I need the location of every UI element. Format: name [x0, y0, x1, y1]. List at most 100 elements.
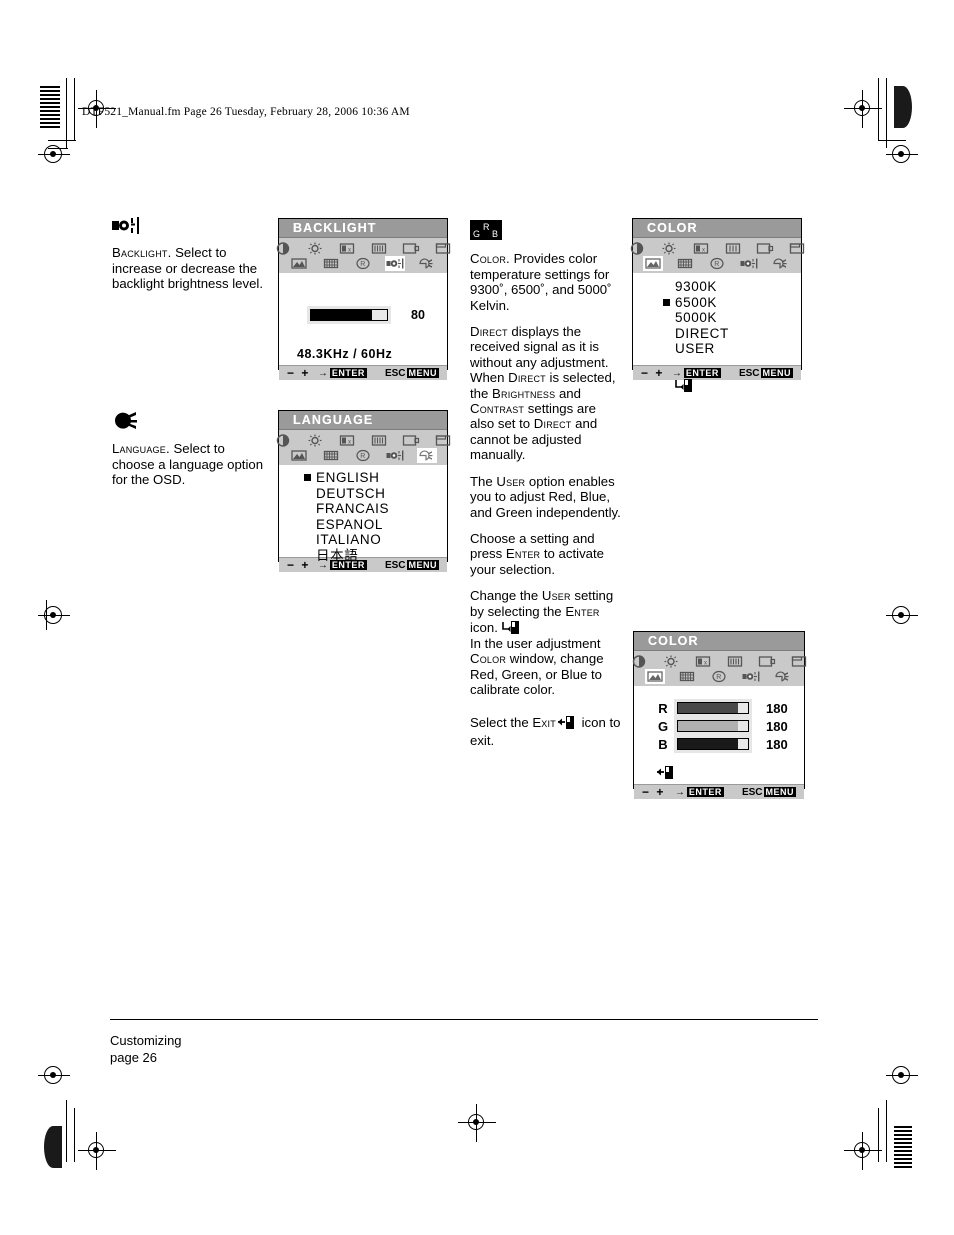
brightness-icon[interactable]	[662, 655, 680, 668]
moire-icon[interactable]	[322, 449, 340, 462]
color-icon[interactable]	[646, 670, 664, 683]
backlight-slider-track-bg[interactable]	[307, 306, 391, 324]
rgb-channel-row[interactable]: B 180	[652, 735, 788, 753]
osd-position-icon[interactable]	[434, 434, 452, 447]
osd-panel-language[interactable]: LANGUAGE x R ENGLISH DEUTSCH FRANCAIS ESPAN…	[276, 410, 451, 572]
rgb-slider-track-bg[interactable]	[674, 699, 752, 717]
rgb-channel-row[interactable]: G 180	[652, 717, 788, 735]
esc-hint[interactable]: ESC MENU	[385, 368, 439, 379]
osd-icon-row-1[interactable]: x	[276, 241, 451, 256]
osd-icon-row-1[interactable]: x	[276, 433, 451, 448]
language-icon[interactable]	[418, 449, 436, 462]
osd-position-icon[interactable]	[788, 242, 806, 255]
contrast-icon[interactable]	[628, 242, 646, 255]
moire-icon[interactable]	[322, 257, 340, 270]
osd-body-language[interactable]: ENGLISH DEUTSCH FRANCAIS ESPANOL ITALIANO 日本語	[279, 465, 447, 563]
list-item[interactable]: USER	[663, 341, 729, 357]
list-item[interactable]: DEUTSCH	[304, 486, 389, 502]
h-position-icon[interactable]: x	[338, 242, 356, 255]
rgb-slider-track-bg[interactable]	[674, 735, 752, 753]
h-position-icon[interactable]: x	[694, 655, 712, 668]
contrast-icon[interactable]	[630, 655, 648, 668]
moire-icon[interactable]	[676, 257, 694, 270]
esc-hint[interactable]: ESC MENU	[742, 787, 796, 798]
h-size-icon[interactable]	[756, 242, 774, 255]
rgb-slider-track[interactable]	[677, 702, 749, 714]
osd-footer-bar[interactable]: − + → ENTER ESC MENU	[634, 784, 804, 799]
color-icon[interactable]	[290, 449, 308, 462]
v-size-icon[interactable]	[726, 655, 744, 668]
enter-hint[interactable]: → ENTER	[318, 368, 367, 379]
osd-panel-backlight[interactable]: BACKLIGHT x R 80 48.3KHz / 60Hz − + → EN…	[276, 218, 451, 380]
list-item[interactable]: 5000K	[663, 310, 729, 326]
h-position-icon[interactable]: x	[338, 434, 356, 447]
list-item[interactable]: 9300K	[663, 279, 729, 295]
backlight-icon[interactable]	[386, 257, 404, 270]
enter-hint[interactable]: → ENTER	[675, 787, 724, 798]
backlight-slider-row[interactable]: 80	[307, 306, 425, 324]
osd-footer-bar[interactable]: − + → ENTER ESC MENU	[633, 365, 801, 380]
language-icon[interactable]	[772, 257, 790, 270]
osd-icon-row-2[interactable]: R	[279, 448, 447, 463]
osd-icon-row-2[interactable]: R	[279, 256, 447, 271]
rgb-slider-group[interactable]: R 180 G 180 B 180	[652, 699, 788, 753]
recall-icon[interactable]: R	[354, 257, 372, 270]
osd-panel-color-user[interactable]: COLOR x R R 180 G 180 B 180 − + → ENTER …	[632, 631, 807, 799]
recall-icon[interactable]: R	[710, 670, 728, 683]
backlight-slider-track[interactable]	[310, 309, 388, 321]
osd-icon-bar[interactable]: x R	[276, 430, 451, 465]
osd-body-color-temp[interactable]: 9300K 6500K 5000K DIRECT USER	[633, 273, 801, 392]
osd-icon-bar[interactable]: x R	[632, 651, 807, 686]
osd-position-icon[interactable]	[434, 242, 452, 255]
h-size-icon[interactable]	[402, 242, 420, 255]
enter-icon[interactable]	[675, 377, 695, 398]
brightness-icon[interactable]	[660, 242, 678, 255]
contrast-icon[interactable]	[274, 434, 292, 447]
osd-icon-row-1[interactable]: x	[630, 241, 805, 256]
list-item[interactable]: ESPANOL	[304, 517, 389, 533]
esc-hint[interactable]: ESC MENU	[385, 560, 439, 571]
language-icon[interactable]	[774, 670, 792, 683]
language-option-list[interactable]: ENGLISH DEUTSCH FRANCAIS ESPANOL ITALIANO 日本語	[304, 470, 389, 563]
moire-icon[interactable]	[678, 670, 696, 683]
osd-icon-row-1[interactable]: x	[632, 654, 807, 669]
h-size-icon[interactable]	[758, 655, 776, 668]
contrast-icon[interactable]	[274, 242, 292, 255]
color-icon[interactable]	[644, 257, 662, 270]
osd-icon-bar[interactable]: x R	[630, 238, 805, 273]
h-position-icon[interactable]: x	[692, 242, 710, 255]
brightness-icon[interactable]	[306, 434, 324, 447]
backlight-icon[interactable]	[740, 257, 758, 270]
v-size-icon[interactable]	[370, 242, 388, 255]
osd-icon-row-2[interactable]: R	[634, 669, 804, 684]
backlight-icon[interactable]	[386, 449, 404, 462]
list-item[interactable]: 日本語	[304, 548, 389, 564]
recall-icon[interactable]: R	[708, 257, 726, 270]
osd-icon-row-2[interactable]: R	[633, 256, 801, 271]
rgb-slider-track[interactable]	[677, 738, 749, 750]
h-size-icon[interactable]	[402, 434, 420, 447]
rgb-slider-track-bg[interactable]	[674, 717, 752, 735]
rgb-channel-row[interactable]: R 180	[652, 699, 788, 717]
osd-position-icon[interactable]	[790, 655, 808, 668]
osd-panel-color-temp[interactable]: COLOR x R 9300K6500K5000KDIRECTUSER	[630, 218, 805, 392]
language-icon[interactable]	[418, 257, 436, 270]
v-size-icon[interactable]	[370, 434, 388, 447]
list-item[interactable]: ENGLISH	[304, 470, 389, 486]
esc-hint[interactable]: ESC MENU	[739, 368, 793, 379]
color-temp-option-list[interactable]: 9300K 6500K 5000K DIRECT USER	[663, 279, 729, 357]
list-item[interactable]: FRANCAIS	[304, 501, 389, 517]
list-item[interactable]: ITALIANO	[304, 532, 389, 548]
osd-body-color-user[interactable]: R 180 G 180 B 180	[634, 686, 804, 784]
color-icon[interactable]	[290, 257, 308, 270]
list-item[interactable]: DIRECT	[663, 326, 729, 342]
exit-icon[interactable]	[656, 764, 676, 785]
brightness-icon[interactable]	[306, 242, 324, 255]
backlight-icon[interactable]	[742, 670, 760, 683]
list-item[interactable]: 6500K	[663, 295, 729, 311]
osd-footer-bar[interactable]: − + → ENTER ESC MENU	[279, 365, 447, 380]
rgb-slider-track[interactable]	[677, 720, 749, 732]
recall-icon[interactable]: R	[354, 449, 372, 462]
v-size-icon[interactable]	[724, 242, 742, 255]
osd-icon-bar[interactable]: x R	[276, 238, 451, 273]
